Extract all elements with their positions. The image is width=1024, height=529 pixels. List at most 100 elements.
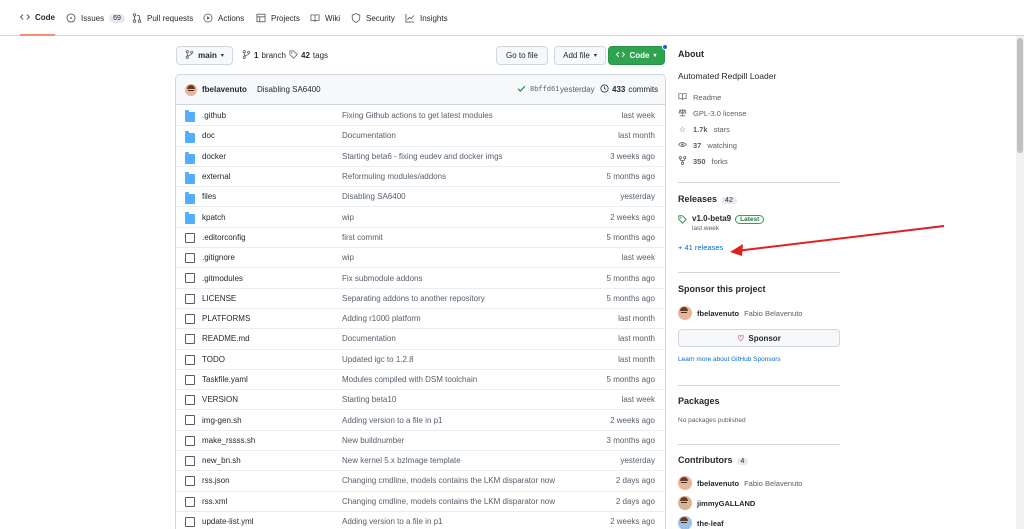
contributor-item[interactable]: fbelavenuto Fabio Belavenuto [678,476,840,490]
file-name[interactable]: new_bn.sh [202,456,241,465]
check-icon[interactable] [517,84,526,95]
tab-actions[interactable]: Actions [203,0,244,36]
file-commit-message[interactable]: Starting beta10 [342,395,396,404]
avatar[interactable] [185,84,197,96]
watching-link[interactable]: 37 watching [678,137,840,153]
table-row[interactable]: README.md Documentation last month [176,328,665,348]
file-commit-message[interactable]: Fixing Github actions to get latest modu… [342,111,493,120]
file-name[interactable]: README.md [202,334,250,343]
file-name[interactable]: .github [202,111,226,120]
file-commit-message[interactable]: Fix submodule addons [342,274,423,283]
table-row[interactable]: external Reformuling modules/addons 5 mont… [176,165,665,186]
scrollbar-thumb[interactable] [1017,38,1023,153]
commit-author[interactable]: fbelavenuto [202,85,247,94]
stars-link[interactable]: ☆ 1.7k stars [678,121,840,137]
file-name[interactable]: img-gen.sh [202,416,242,425]
branches-link[interactable]: 1 branch [242,46,286,65]
file-commit-message[interactable]: Adding version to a file in p1 [342,517,443,526]
file-name[interactable]: rss.json [202,476,230,485]
file-commit-message[interactable]: Disabling SA6400 [342,192,406,201]
file-name[interactable]: .editorconfig [202,233,246,242]
tab-pull-requests[interactable]: Pull requests [132,0,193,36]
table-row[interactable]: rss.json Changing cmdline, models contain… [176,470,665,490]
table-row[interactable]: .editorconfig first commit 5 months ago [176,226,665,247]
table-row[interactable]: img-gen.sh Adding version to a file in p1… [176,409,665,429]
add-file-button[interactable]: Add file ▾ [554,46,606,65]
contributor-login: fbelavenuto [697,478,740,488]
file-commit-message[interactable]: Changing cmdline, models contains the LK… [342,497,555,506]
file-name[interactable]: doc [202,131,215,140]
tab-wiki[interactable]: Wiki [310,0,340,36]
table-row[interactable]: VERSION Starting beta10 last week [176,389,665,409]
file-commit-message[interactable]: New kernel 5.x bzImage template [342,456,461,465]
tab-security[interactable]: Security [351,0,395,36]
file-commit-message[interactable]: Starting beta6 - fixing eudev and docker… [342,152,503,161]
file-commit-message[interactable]: Documentation [342,131,396,140]
sponsor-button[interactable]: ♡ Sponsor [678,329,840,347]
file-name[interactable]: make_rssss.sh [202,436,255,445]
file-name[interactable]: PLATFORMS [202,314,250,323]
table-row[interactable]: Taskfile.yaml Modules compiled with DSM t… [176,368,665,389]
file-commit-message[interactable]: wip [342,213,354,222]
table-row[interactable]: update-list.yml Adding version to a file … [176,510,665,529]
table-row[interactable]: files Disabling SA6400 yesterday [176,186,665,206]
releases-title[interactable]: Releases 42 [678,194,840,204]
go-to-file-button[interactable]: Go to file [496,46,548,65]
table-row[interactable]: .gitignore wip last week [176,247,665,267]
code-button[interactable]: Code ▾ [608,46,665,65]
commit-hash[interactable]: 8bffd61 [530,86,559,94]
table-row[interactable]: new_bn.sh New kernel 5.x bzImage template… [176,450,665,470]
table-row[interactable]: docker Starting beta6 - fixing eudev and … [176,145,665,166]
contributor-item[interactable]: jimmyGALLAND [678,496,840,510]
file-name[interactable]: .gitmodules [202,274,243,283]
file-commit-message[interactable]: Adding version to a file in p1 [342,416,443,425]
branch-select-button[interactable]: main ▾ [176,46,233,65]
file-name[interactable]: external [202,172,230,181]
file-name[interactable]: rss.xml [202,497,227,506]
commits-link[interactable]: 433 commits [600,84,658,95]
forks-link[interactable]: 350 forks [678,153,840,169]
tags-link[interactable]: 42 tags [289,46,328,65]
file-commit-message[interactable]: New buildnumber [342,436,404,445]
file-name[interactable]: docker [202,152,226,161]
commit-message[interactable]: Disabling SA6400 [257,85,321,94]
file-name[interactable]: kpatch [202,213,226,222]
learn-sponsors-link[interactable]: Learn more about GitHub Sponsors [678,356,840,363]
file-commit-message[interactable]: Adding r1000 platform [342,314,421,323]
readme-link[interactable]: Readme [678,89,840,105]
tab-insights[interactable]: Insights [405,0,448,36]
tab-projects[interactable]: Projects [256,0,300,36]
file-commit-message[interactable]: Modules compiled with DSM toolchain [342,375,477,384]
table-row[interactable]: LICENSE Separating addons to another repo… [176,287,665,308]
file-commit-message[interactable]: Separating addons to another repository [342,294,485,303]
file-name[interactable]: update-list.yml [202,517,254,526]
table-row[interactable]: .github Fixing Github actions to get late… [176,105,665,125]
page-scrollbar[interactable] [1016,36,1024,529]
file-commit-message[interactable]: Changing cmdline, models contains the LK… [342,476,555,485]
sponsor-user[interactable]: fbelavenuto Fabio Belavenuto [678,306,840,320]
file-name[interactable]: LICENSE [202,294,236,303]
file-commit-message[interactable]: Documentation [342,334,396,343]
file-name[interactable]: Taskfile.yaml [202,375,248,384]
table-row[interactable]: doc Documentation last month [176,125,665,145]
file-commit-message[interactable]: first commit [342,233,383,242]
license-link[interactable]: GPL-3.0 license [678,105,840,121]
table-row[interactable]: kpatch wip 2 weeks ago [176,206,665,226]
file-name[interactable]: TODO [202,355,225,364]
file-name[interactable]: .gitignore [202,253,235,262]
file-commit-message[interactable]: Reformuling modules/addons [342,172,446,181]
tab-code[interactable]: Code [20,0,55,36]
contributor-item[interactable]: the-leaf [678,516,840,529]
table-row[interactable]: TODO Updated igc to 1.2.8 last month [176,348,665,369]
packages-title[interactable]: Packages [678,396,840,406]
file-name[interactable]: files [202,192,216,201]
file-commit-message[interactable]: Updated igc to 1.2.8 [342,355,414,364]
file-name[interactable]: VERSION [202,395,238,404]
file-commit-message[interactable]: wip [342,253,354,262]
contributors-title[interactable]: Contributors 4 [678,455,840,465]
tab-issues[interactable]: Issues 69 [66,0,125,36]
table-row[interactable]: .gitmodules Fix submodule addons 5 months … [176,267,665,287]
table-row[interactable]: make_rssss.sh New buildnumber 3 months ago [176,429,665,450]
table-row[interactable]: PLATFORMS Adding r1000 platform last month [176,307,665,328]
table-row[interactable]: rss.xml Changing cmdline, models contains… [176,490,665,511]
